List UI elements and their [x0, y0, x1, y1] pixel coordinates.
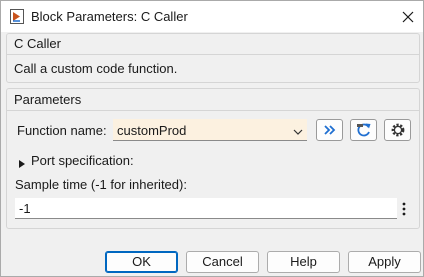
panel-divider [7, 110, 419, 111]
apply-button[interactable]: Apply [348, 251, 421, 273]
function-name-value: customProd [117, 123, 187, 138]
port-specification-toggle[interactable]: Port specification: [31, 153, 134, 168]
dialog-window: Block Parameters: C Caller C Caller Call… [0, 0, 424, 277]
settings-button[interactable] [384, 119, 411, 141]
kebab-menu-icon[interactable] [400, 201, 408, 217]
refresh-button[interactable] [350, 119, 377, 141]
double-chevron-right-icon [323, 125, 335, 135]
panel-divider [7, 54, 419, 55]
block-description: Call a custom code function. [14, 61, 178, 76]
parameters-title: Parameters [14, 92, 82, 107]
cancel-button[interactable]: Cancel [186, 251, 259, 273]
chevron-down-icon[interactable] [292, 125, 304, 135]
block-type-title: C Caller [14, 36, 61, 51]
simulink-block-icon [10, 9, 24, 24]
sample-time-label: Sample time (-1 for inherited): [15, 177, 187, 192]
close-icon [402, 11, 414, 22]
sample-time-value: -1 [19, 201, 31, 216]
function-name-label: Function name: [17, 123, 107, 138]
fast-forward-button[interactable] [316, 119, 343, 141]
title-bar[interactable]: Block Parameters: C Caller [1, 1, 423, 32]
close-button[interactable] [393, 1, 423, 32]
block-description-panel: C Caller Call a custom code function. [6, 33, 420, 83]
help-button[interactable]: Help [267, 251, 340, 273]
ok-button[interactable]: OK [105, 251, 178, 273]
refresh-icon [356, 123, 370, 137]
expand-triangle-icon[interactable] [18, 156, 26, 168]
sample-time-field[interactable]: -1 [15, 198, 397, 219]
gear-icon [391, 123, 404, 137]
window-title: Block Parameters: C Caller [31, 9, 188, 24]
function-name-combobox[interactable]: customProd [113, 119, 307, 141]
